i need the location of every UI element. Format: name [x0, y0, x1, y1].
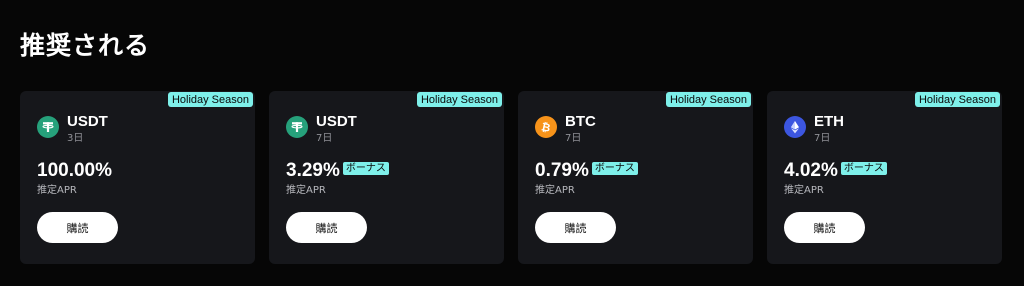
apr-value: 4.02%: [784, 160, 838, 181]
asset-term: 7日: [814, 133, 831, 144]
tether-icon: [37, 116, 59, 138]
asset-row: ETH 7日: [784, 113, 844, 146]
apr-label: 推定APR: [286, 185, 326, 196]
section-title: 推奨される: [20, 31, 151, 60]
asset-name: BTC: [565, 113, 596, 130]
asset-row: USDT 7日: [286, 113, 357, 146]
holiday-season-tag: Holiday Season: [665, 92, 751, 107]
apr-value: 3.29%: [286, 160, 340, 181]
bitcoin-icon: ₿: [535, 116, 557, 138]
apr-row: 4.02% ボーナス: [784, 160, 887, 182]
subscribe-button[interactable]: 購読: [286, 212, 367, 243]
ethereum-icon: [784, 116, 806, 138]
apr-label: 推定APR: [784, 185, 824, 196]
tether-icon: [286, 116, 308, 138]
asset-name: USDT: [316, 113, 357, 130]
asset-term: 7日: [565, 133, 582, 144]
apr-value: 0.79%: [535, 160, 589, 181]
apr-value: 100.00%: [37, 160, 113, 181]
holiday-season-tag: Holiday Season: [416, 92, 502, 107]
product-card-usdt-7d[interactable]: Holiday Season USDT 7日 3.29% ボーナス 推定APR …: [269, 91, 504, 264]
recommended-section: 推奨される Holiday Season USDT 3日 100.00% 推定A…: [0, 0, 1024, 286]
svg-text:₿: ₿: [540, 120, 552, 134]
apr-label: 推定APR: [535, 185, 575, 196]
holiday-season-tag: Holiday Season: [167, 92, 253, 107]
asset-name: ETH: [814, 113, 844, 130]
product-card-btc-7d[interactable]: Holiday Season ₿ BTC 7日 0.79% ボーナス 推定APR…: [518, 91, 753, 264]
apr-row: 100.00%: [37, 160, 112, 182]
asset-row: ₿ BTC 7日: [535, 113, 596, 146]
bonus-badge: ボーナス: [840, 162, 887, 175]
subscribe-button[interactable]: 購読: [784, 212, 865, 243]
bonus-badge: ボーナス: [591, 162, 638, 175]
holiday-season-tag: Holiday Season: [914, 92, 1000, 107]
product-card-eth-7d[interactable]: Holiday Season ETH 7日 4.02% ボーナス 推定APR 購…: [767, 91, 1002, 264]
apr-row: 3.29% ボーナス: [286, 160, 389, 182]
product-card-usdt-3d[interactable]: Holiday Season USDT 3日 100.00% 推定APR 購読: [20, 91, 255, 264]
asset-name: USDT: [67, 113, 108, 130]
product-card-list: Holiday Season USDT 3日 100.00% 推定APR 購読 …: [20, 91, 1002, 264]
asset-term: 7日: [316, 133, 333, 144]
subscribe-button[interactable]: 購読: [37, 212, 118, 243]
bonus-badge: ボーナス: [342, 162, 389, 175]
subscribe-button[interactable]: 購読: [535, 212, 616, 243]
asset-term: 3日: [67, 133, 84, 144]
apr-row: 0.79% ボーナス: [535, 160, 638, 182]
asset-row: USDT 3日: [37, 113, 108, 146]
apr-label: 推定APR: [37, 185, 77, 196]
